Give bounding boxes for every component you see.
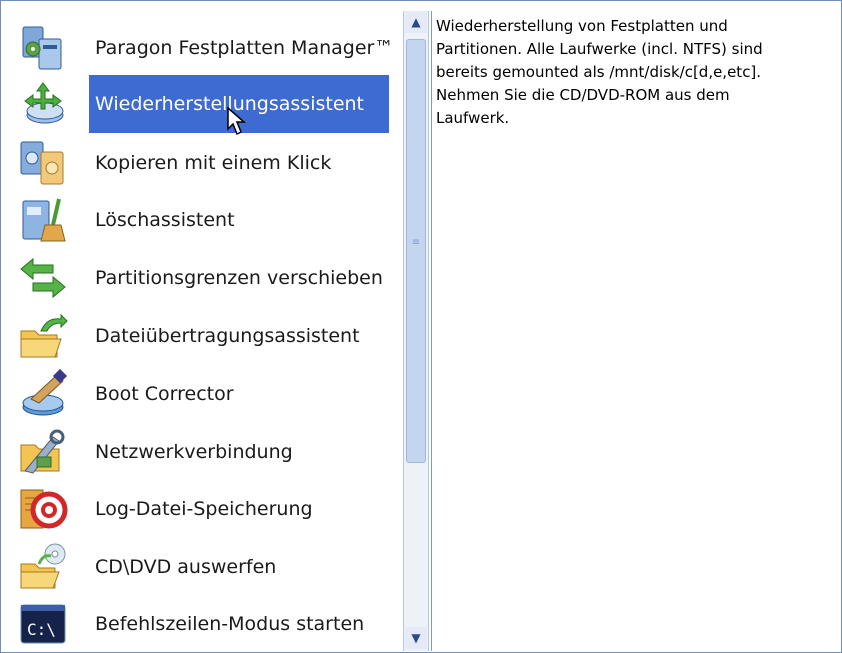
vertical-scrollbar[interactable]: ▲ ≡ ▼ <box>403 11 429 651</box>
menu-list: Paragon Festplatten Manager™ Wiederherst… <box>3 3 401 651</box>
menu-item-boot-corrector[interactable]: Boot Corrector <box>11 365 401 423</box>
menu-item-label: Dateiübertragungsassistent <box>95 325 360 347</box>
description-text: Wiederherstellung von Festplatten und Pa… <box>436 17 763 127</box>
description-panel: Wiederherstellung von Festplatten und Pa… <box>431 11 837 651</box>
disk-manager-icon <box>17 23 69 73</box>
scroll-up-button[interactable]: ▲ <box>405 11 427 33</box>
launcher-window: Paragon Festplatten Manager™ Wiederherst… <box>0 0 842 653</box>
menu-item-label: CD\DVD auswerfen <box>95 556 277 578</box>
menu-item-wiederherstellungsassistent[interactable]: Wiederherstellungsassistent <box>11 75 401 133</box>
menu-item-kopieren[interactable]: Kopieren mit einem Klick <box>11 134 401 192</box>
scroll-thumb[interactable]: ≡ <box>406 39 426 463</box>
copy-disk-icon <box>17 138 69 188</box>
mouse-cursor-icon <box>227 106 249 137</box>
menu-item-label: Netzwerkverbindung <box>95 441 293 463</box>
menu-item-label: Löschassistent <box>95 209 235 231</box>
boot-corrector-icon <box>17 369 69 419</box>
chevron-up-icon: ▲ <box>411 15 421 29</box>
recovery-wizard-icon <box>17 79 69 129</box>
menu-item-label: Paragon Festplatten Manager™ <box>95 37 394 59</box>
menu-item-log-datei[interactable]: Log-Datei-Speicherung <box>11 480 401 538</box>
menu-item-label: Boot Corrector <box>95 383 234 405</box>
menu-item-cd-dvd-auswerfen[interactable]: CD\DVD auswerfen <box>11 538 401 596</box>
command-prompt-icon: C:\ <box>17 599 69 649</box>
wipe-broom-icon <box>17 195 69 245</box>
network-tools-icon <box>17 427 69 477</box>
eject-cd-folder-icon <box>17 542 69 592</box>
file-transfer-folder-icon <box>17 311 69 361</box>
menu-item-partitionsgrenzen[interactable]: Partitionsgrenzen verschieben <box>11 249 401 307</box>
svg-text:C:\: C:\ <box>27 620 56 639</box>
menu-item-label: Log-Datei-Speicherung <box>95 498 313 520</box>
menu-item-netzwerkverbindung[interactable]: Netzwerkverbindung <box>11 423 401 481</box>
menu-item-befehlszeilen-modus[interactable]: C:\ Befehlszeilen-Modus starten <box>11 595 401 653</box>
chevron-down-icon: ▼ <box>411 631 421 645</box>
menu-item-label: Kopieren mit einem Klick <box>95 152 332 174</box>
grip-icon: ≡ <box>411 237 421 248</box>
move-arrows-icon <box>17 253 69 303</box>
menu-item-festplatten-manager[interactable]: Paragon Festplatten Manager™ <box>11 19 401 77</box>
menu-item-label: Befehlszeilen-Modus starten <box>95 613 365 635</box>
menu-item-dateiuebertragung[interactable]: Dateiübertragungsassistent <box>11 307 401 365</box>
log-at-icon <box>17 484 69 534</box>
scroll-down-button[interactable]: ▼ <box>405 627 427 649</box>
menu-item-loeschassistent[interactable]: Löschassistent <box>11 191 401 249</box>
menu-item-label: Partitionsgrenzen verschieben <box>95 267 383 289</box>
